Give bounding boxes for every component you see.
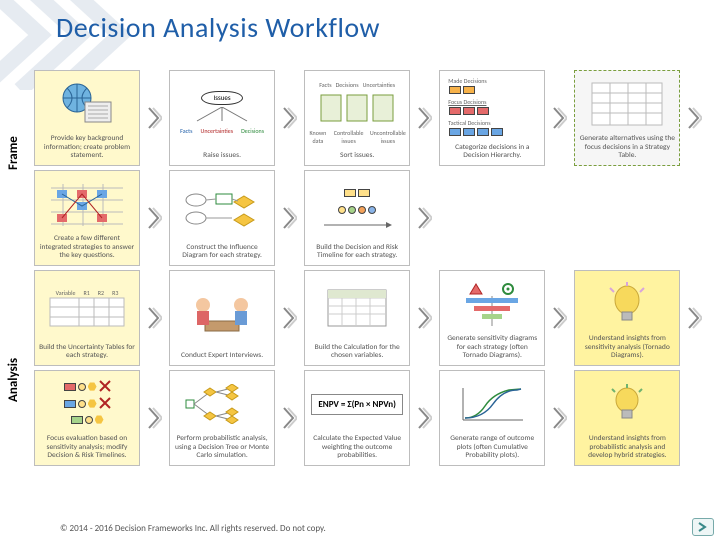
cdf-plot-icon <box>457 384 527 424</box>
arrow-icon <box>282 70 298 166</box>
uncertainty-table-icon <box>49 297 125 327</box>
row-label-analysis: Analysis <box>6 320 26 440</box>
page-title: Decision Analysis Workflow <box>56 10 380 45</box>
caption: Calculate the Expected Value weighting t… <box>307 434 407 463</box>
caption: Generate sensitivity diagrams for each s… <box>442 334 542 363</box>
issues-oval: Issues <box>201 91 243 105</box>
hdr-decisions: Decisions <box>336 81 359 89</box>
lbl-uncontrollable: Uncontrollable issues <box>369 129 408 145</box>
arrow-icon <box>417 370 433 466</box>
cell-expert-interviews: Conduct Expert Interviews. <box>169 270 275 366</box>
cell-build-calculation: Build the Calculation for the chosen var… <box>304 270 410 366</box>
arrow-icon <box>282 370 298 466</box>
caption: Construct the Influence Diagram for each… <box>172 243 272 263</box>
label-facts: Facts <box>180 127 192 135</box>
caption: Provide key background information; crea… <box>37 134 137 163</box>
arrow-icon <box>552 370 568 466</box>
caption: Create a few different integrated strate… <box>37 234 137 263</box>
caption: Generate alternatives using the focus de… <box>577 134 677 163</box>
cell-risk-timeline: Build the Decision and Risk Timeline for… <box>304 170 410 266</box>
sort-boxes-icon <box>317 89 397 129</box>
lbl-tactical: Tactical Decisions <box>448 119 490 127</box>
arrow-icon <box>417 270 433 366</box>
caption: Understand insights from probabilistic a… <box>577 434 677 463</box>
strategy-table-icon <box>590 81 664 127</box>
cell-influence-diagram: Construct the Influence Diagram for each… <box>169 170 275 266</box>
arrow-icon <box>417 70 433 166</box>
lightbulb-icon <box>602 282 652 326</box>
cell-probabilistic-insights: Understand insights from probabilistic a… <box>574 370 680 466</box>
cell-probabilistic-analysis: Perform probabilistic analysis, using a … <box>169 370 275 466</box>
cell-focus-evaluation: Focus evaluation based on sensitivity an… <box>34 370 140 466</box>
hdr-variable: Variable <box>56 289 76 297</box>
footer-copyright: © 2014 - 2016 Decision Frameworks Inc. A… <box>60 523 326 534</box>
caption: Raise issues. <box>201 151 243 163</box>
arrow-icon <box>282 270 298 366</box>
arrow-icon <box>552 270 568 366</box>
cell-strategy-table: Generate alternatives using the focus de… <box>574 70 680 166</box>
caption: Understand insights from sensitivity ana… <box>577 334 677 363</box>
decision-tree-icon <box>182 384 262 424</box>
label-decisions: Decisions <box>241 127 264 135</box>
cell-sensitivity-insights: Understand insights from sensitivity ana… <box>574 270 680 366</box>
influence-diagram-icon <box>182 186 262 230</box>
row-label-frame: Frame <box>6 98 26 208</box>
caption: Focus evaluation based on sensitivity an… <box>37 434 137 463</box>
timeline-axis-icon <box>322 222 392 228</box>
target-circle-icon <box>501 283 515 295</box>
hdr-r1: R1 <box>83 289 89 297</box>
cell-sort-issues: Facts Decisions Uncertainties Known data… <box>304 70 410 166</box>
chevron-right-icon <box>697 522 709 532</box>
cell-decision-hierarchy: Made Decisions Focus Decisions Tactical … <box>439 70 545 166</box>
hdr-r3: R3 <box>112 289 118 297</box>
arrow-icon <box>147 270 163 366</box>
enpv-formula: ENPV = Σ(Pn × NPVn) <box>311 394 403 415</box>
arrow-icon <box>147 70 163 166</box>
arrow-icon <box>687 70 703 166</box>
label-uncertainties: Uncertainties <box>200 127 233 135</box>
cell-raise-issues: Issues Facts Uncertainties Decisions Rai… <box>169 70 275 166</box>
lightbulb-icon <box>602 384 652 424</box>
cell-expected-value: ENPV = Σ(Pn × NPVn) Calculate the Expect… <box>304 370 410 466</box>
x-mark-icon <box>99 397 111 409</box>
caption: Generate range of outcome plots (often C… <box>442 434 542 463</box>
globe-newspaper-icon <box>57 80 117 128</box>
lbl-known: Known data <box>307 129 328 145</box>
hdr-r2: R2 <box>98 289 104 297</box>
lbl-made: Made Decisions <box>448 77 486 85</box>
issues-branch-icon <box>187 107 257 125</box>
caption: Perform probabilistic analysis, using a … <box>172 434 272 463</box>
arrow-icon <box>417 170 433 266</box>
interview-icon <box>187 291 257 335</box>
next-slide-button[interactable] <box>692 518 714 536</box>
hdr-facts: Facts <box>319 81 331 89</box>
caption: Build the Uncertainty Tables for each st… <box>37 343 137 363</box>
cell-outcome-plots: Generate range of outcome plots (often C… <box>439 370 545 466</box>
cell-integrated-strategies: Create a few different integrated strate… <box>34 170 140 266</box>
caption: Sort issues. <box>338 151 376 163</box>
warning-triangle-icon <box>469 283 483 295</box>
caption: Categorize decisions in a Decision Hiera… <box>442 143 542 163</box>
arrow-icon <box>147 170 163 266</box>
x-mark-icon <box>99 380 111 392</box>
arrow-icon <box>147 370 163 466</box>
cell-background-info: Provide key background information; crea… <box>34 70 140 166</box>
lbl-focus: Focus Decisions <box>448 98 486 106</box>
hdr-uncertainties: Uncertainties <box>363 81 396 89</box>
lbl-controllable: Controllable issues <box>332 129 366 145</box>
arrow-icon <box>282 170 298 266</box>
arrow-icon <box>552 70 568 166</box>
cell-uncertainty-tables: Variable R1 R2 R3 Build the Uncertainty … <box>34 270 140 366</box>
arrow-icon <box>687 270 703 366</box>
spreadsheet-icon <box>322 286 392 330</box>
workflow-grid: Provide key background information; crea… <box>34 70 714 466</box>
caption: Build the Calculation for the chosen var… <box>307 343 407 363</box>
cell-tornado-diagram: Generate sensitivity diagrams for each s… <box>439 270 545 366</box>
tornado-icon <box>452 296 532 326</box>
caption: Build the Decision and Risk Timeline for… <box>307 243 407 263</box>
caption: Conduct Expert Interviews. <box>179 351 265 363</box>
strategy-picks-icon <box>47 182 127 226</box>
